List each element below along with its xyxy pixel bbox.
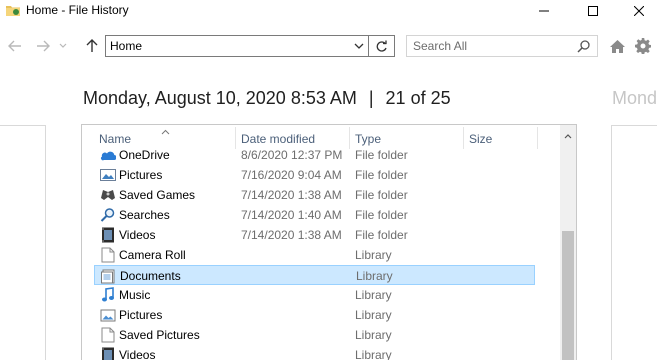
home-icon [609, 39, 625, 53]
search-input[interactable]: Search All [406, 35, 598, 57]
window-title: Home - File History [26, 3, 129, 17]
file-row[interactable]: Documents Library [94, 265, 535, 285]
library-icon [100, 247, 116, 263]
back-button[interactable] [5, 36, 25, 56]
chevron-down-icon[interactable] [353, 39, 365, 53]
file-type: Library [356, 269, 393, 283]
file-row[interactable]: Music Library [94, 285, 535, 305]
file-row[interactable]: Camera Roll Library [94, 245, 535, 265]
file-row[interactable]: Pictures Library [94, 305, 535, 325]
file-name: Music [119, 288, 151, 302]
recent-locations-dropdown[interactable] [56, 36, 70, 56]
file-date-modified: 7/14/2020 1:38 AM [241, 188, 342, 202]
file-date-modified: 7/16/2020 9:04 AM [241, 168, 342, 182]
file-type: Library [355, 348, 392, 360]
file-row[interactable]: Videos Library [94, 345, 535, 360]
videos-icon [100, 347, 116, 360]
scroll-thumb[interactable] [562, 231, 574, 360]
file-name: Pictures [119, 168, 163, 182]
file-row[interactable]: Saved Pictures Library [94, 325, 535, 345]
file-name: Saved Pictures [119, 328, 200, 342]
file-name: Pictures [119, 308, 163, 322]
file-name: Videos [119, 228, 156, 242]
file-type: Library [355, 288, 392, 302]
file-type: File folder [355, 208, 408, 222]
search-icon[interactable] [577, 39, 591, 56]
minimize-button[interactable] [521, 0, 567, 22]
pictures-icon [100, 167, 116, 183]
forward-button[interactable] [33, 36, 53, 56]
close-button[interactable] [616, 0, 657, 22]
pictures-library-icon [100, 307, 116, 323]
saved-games-icon [100, 187, 116, 203]
maximize-button[interactable] [570, 0, 616, 22]
file-type: Library [355, 308, 392, 322]
file-type: Library [355, 248, 392, 262]
file-type: File folder [355, 148, 408, 162]
file-date-modified: 8/6/2020 12:37 PM [241, 148, 343, 162]
file-row[interactable]: Searches 7/14/2020 1:40 AM File folder [94, 205, 535, 225]
next-snapshot-heading[interactable]: Mond [612, 88, 657, 109]
file-list-panel: Name Date modified Type Size OneDrive 8/6… [81, 124, 577, 360]
heading-separator: | [368, 88, 374, 108]
file-row[interactable]: OneDrive 8/6/2020 12:37 PM File folder [94, 145, 535, 165]
library-icon [100, 327, 116, 343]
file-row[interactable]: Saved Games 7/14/2020 1:38 AM File folder [94, 185, 535, 205]
file-type: File folder [355, 168, 408, 182]
searches-icon [100, 207, 116, 223]
search-placeholder: Search All [413, 39, 468, 53]
previous-snapshot-panel[interactable] [0, 125, 46, 360]
settings-button[interactable] [632, 36, 654, 56]
file-name: Documents [120, 269, 181, 283]
file-name: OneDrive [119, 148, 170, 162]
refresh-icon [376, 40, 387, 52]
scroll-up-button[interactable] [560, 129, 576, 143]
home-button[interactable] [606, 36, 628, 56]
gear-icon [635, 38, 651, 54]
file-name: Videos [119, 348, 156, 360]
onedrive-icon [100, 147, 116, 163]
file-row[interactable]: Videos 7/14/2020 1:38 AM File folder [94, 225, 535, 245]
file-history-app-icon [6, 4, 20, 16]
up-button[interactable] [82, 36, 102, 56]
next-snapshot-panel[interactable] [611, 125, 657, 360]
file-name: Camera Roll [119, 248, 186, 262]
snapshot-position: 21 of 25 [385, 88, 451, 108]
file-type: File folder [355, 228, 408, 242]
snapshot-heading: Monday, August 10, 2020 8:53 AM | 21 of 25 [83, 88, 451, 109]
vertical-scrollbar[interactable] [560, 125, 576, 360]
snapshot-date: Monday, August 10, 2020 8:53 AM [83, 88, 357, 108]
file-row[interactable]: Pictures 7/16/2020 9:04 AM File folder [94, 165, 535, 185]
documents-library-icon [101, 268, 117, 284]
file-date-modified: 7/14/2020 1:38 AM [241, 228, 342, 242]
address-value: Home [110, 39, 143, 53]
file-name: Saved Games [119, 188, 196, 202]
file-date-modified: 7/14/2020 1:40 AM [241, 208, 342, 222]
videos-icon [100, 227, 116, 243]
refresh-button[interactable] [369, 35, 395, 57]
file-type: Library [355, 328, 392, 342]
music-icon [100, 287, 116, 303]
file-type: File folder [355, 188, 408, 202]
address-bar[interactable]: Home [105, 35, 369, 57]
title-bar: Home - File History [0, 0, 657, 22]
file-name: Searches [119, 208, 170, 222]
